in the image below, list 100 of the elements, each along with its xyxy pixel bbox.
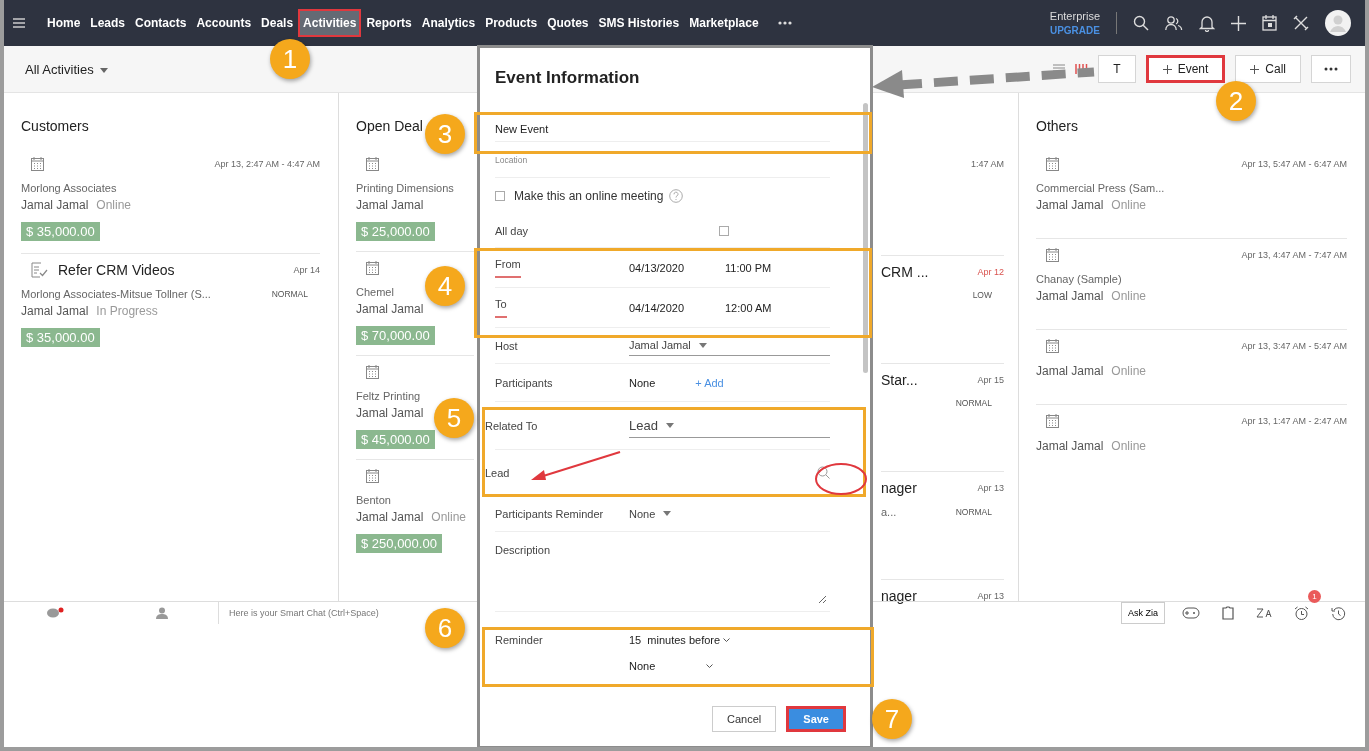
new-record-button[interactable]: T — [1098, 55, 1136, 83]
amount-tag: $ 70,000.00 — [356, 326, 435, 345]
activity-title: nager — [881, 588, 917, 604]
cancel-button[interactable]: Cancel — [712, 706, 777, 732]
menu-icon[interactable] — [13, 18, 25, 28]
activity-card[interactable]: Apr 13, 5:47 AM - 6:47 AM Commercial Press (Sam... Jamal Jamal Online — [1036, 148, 1347, 239]
select-field[interactable]: None — [629, 503, 830, 524]
activity-card[interactable]: Apr 13, 1:47 AM - 2:47 AM Jamal Jamal Online — [1036, 405, 1347, 479]
nav-tab[interactable]: Accounts — [191, 9, 257, 37]
history-icon[interactable] — [1331, 605, 1346, 621]
field-label: Host — [495, 339, 519, 352]
date-field[interactable]: 04/14/2020 — [629, 301, 725, 314]
plus-icon[interactable] — [1231, 15, 1246, 31]
activity-time: Apr 13 — [977, 483, 1004, 493]
account-name: Morlong Associates-Mitsue Tollner (S... — [21, 288, 211, 300]
activity-card[interactable]: nager Apr 13 — [881, 580, 1004, 688]
chevron-icon — [723, 637, 731, 643]
field-label: All day — [495, 224, 530, 237]
checkbox[interactable] — [495, 191, 505, 201]
step-number-badge: 2 — [1216, 81, 1256, 121]
smart-chat-field[interactable]: Here is your Smart Chat (Ctrl+Space) — [218, 602, 379, 624]
nav-tab[interactable]: Home — [42, 9, 86, 37]
kanban-view-icon[interactable] — [1075, 64, 1089, 74]
task-icon — [31, 262, 48, 278]
nav-tab[interactable]: Leads — [85, 9, 131, 37]
activity-card[interactable]: Apr 13, 3:47 AM - 5:47 AM Jamal Jamal Online — [1036, 330, 1347, 405]
step-number-badge: 5 — [434, 398, 474, 438]
bell-icon[interactable] — [1199, 14, 1215, 32]
time-field[interactable]: 11:00 PM — [725, 261, 772, 274]
nav-tab[interactable]: Contacts — [130, 9, 192, 37]
nav-tab[interactable]: Reports — [361, 9, 417, 37]
alarm-clock-icon[interactable] — [1294, 605, 1309, 621]
activity-card[interactable]: Star... Apr 15 NORMAL — [881, 364, 1004, 472]
resize-handle-icon[interactable] — [818, 595, 826, 603]
contact-icon[interactable] — [156, 607, 168, 619]
field-label: From — [495, 257, 521, 278]
nav-tab[interactable]: Analytics — [416, 9, 481, 37]
calendar-icon — [1046, 414, 1059, 428]
activity-card[interactable]: Apr 13, 2:47 AM - 4:47 AM Morlong Associates Jamal Jamal Online $ 35,000.00 — [21, 148, 320, 254]
search-icon[interactable] — [1133, 15, 1149, 31]
calendar-icon — [31, 157, 44, 171]
activity-time: Apr 14 — [293, 265, 320, 275]
chat-icon[interactable] — [46, 607, 64, 619]
caret-icon[interactable] — [99, 68, 108, 73]
new-record-button[interactable]: Event — [1145, 55, 1226, 83]
calendar-icon — [366, 261, 379, 275]
calendar-icon — [366, 469, 379, 483]
nav-tab[interactable]: Activities — [298, 9, 362, 37]
note-icon[interactable] — [1222, 606, 1234, 620]
location-field[interactable]: Location — [495, 154, 528, 165]
select-field[interactable]: Lead — [629, 413, 830, 438]
people-icon[interactable] — [1165, 15, 1183, 31]
nav-tab[interactable]: SMS Histories — [593, 9, 685, 37]
account-name: a... — [881, 506, 897, 518]
subject-field[interactable]: New Event — [495, 122, 549, 135]
activity-time: 1:47 AM — [970, 159, 1004, 169]
activity-card[interactable]: nager Apr 13 a... NORMAL — [881, 472, 1004, 580]
nav-tab[interactable]: Products — [480, 9, 543, 37]
gamepad-icon[interactable] — [1182, 607, 1200, 619]
date-field[interactable]: 04/13/2020 — [629, 261, 725, 274]
scrollbar[interactable] — [863, 103, 868, 373]
translate-icon[interactable] — [1256, 607, 1272, 619]
reminder-select[interactable]: None — [629, 660, 713, 672]
caret-icon — [665, 422, 674, 428]
calendar-icon[interactable] — [1262, 15, 1277, 31]
checkbox-label: Make this an online meeting — [514, 189, 664, 203]
amount-tag: $ 45,000.00 — [356, 430, 435, 449]
reminder-select[interactable]: 15 minutes before — [629, 634, 731, 646]
nav-tab[interactable]: Quotes — [542, 9, 594, 37]
tools-icon[interactable] — [1293, 15, 1309, 31]
time-field[interactable]: 12:00 AM — [725, 301, 772, 314]
status-label: Online — [1111, 364, 1147, 378]
owner-name: Jamal Jamal — [21, 304, 89, 318]
more-icon[interactable] — [777, 21, 792, 25]
calendar-icon — [366, 157, 379, 171]
calendar-icon — [366, 365, 379, 379]
dialog-title: Event Information — [494, 67, 641, 89]
more-icon — [1324, 67, 1338, 71]
highlight-ring — [814, 462, 868, 496]
avatar-icon[interactable] — [1325, 10, 1351, 36]
activity-card[interactable]: Apr 13, 4:47 AM - 7:47 AM Chanay (Sample) Jamal Jamal Online — [1036, 239, 1347, 330]
new-record-button[interactable]: Call — [1235, 55, 1301, 83]
priority-label: LOW — [972, 290, 992, 300]
upgrade-link[interactable]: UPGRADE — [1049, 25, 1100, 36]
column-title: Others — [1036, 117, 1078, 134]
nav-tab[interactable]: Deals — [256, 9, 299, 37]
checkbox[interactable] — [719, 225, 729, 236]
view-dropdown[interactable]: All Activities — [25, 61, 94, 77]
ask-zia-button[interactable]: Ask Zia — [1121, 602, 1165, 624]
activity-card[interactable]: 1:47 AM — [881, 148, 1004, 256]
column-title: Customers — [21, 117, 89, 134]
search-icon[interactable] — [817, 466, 830, 479]
activity-card[interactable]: Printing Dimensions Jamal Jamal $ 25,000.00 — [356, 148, 474, 252]
plus-icon — [1162, 64, 1172, 74]
activity-card[interactable]: Benton Jamal Jamal Online $ 250,000.00 — [356, 460, 474, 563]
caret-icon — [698, 342, 707, 348]
activity-card[interactable]: Refer CRM Videos Apr 14 Morlong Associates-Mitsue Tollner (S... NORMAL Jamal Jamal In Progress $ 35,000.00 — [21, 254, 320, 359]
activity-card[interactable]: CRM ... Apr 12 LOW — [881, 256, 1004, 364]
nav-tab[interactable]: Marketplace — [684, 9, 764, 37]
select-field[interactable]: Jamal Jamal — [629, 335, 830, 356]
